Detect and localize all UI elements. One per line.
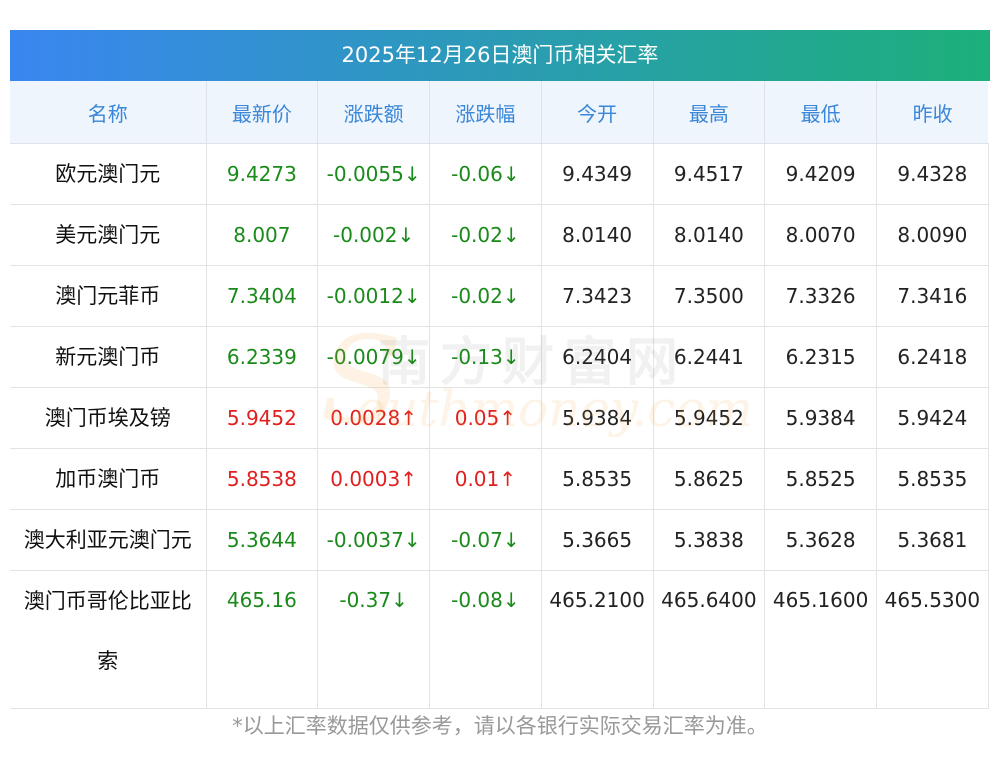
header-prev-close: 昨收 (876, 81, 989, 144)
change-amount: -0.002↓ (317, 204, 430, 266)
currency-pair-name: 美元澳门元 (10, 204, 207, 266)
latest-price: 8.007 (206, 204, 319, 266)
table-row: 澳门币埃及镑 5.9452 0.0028↑ 0.05↑ 5.9384 5.945… (10, 387, 989, 449)
high-price: 9.4517 (653, 143, 766, 205)
high-price: 5.3838 (653, 509, 766, 571)
open-price: 5.3665 (541, 509, 654, 571)
header-latest: 最新价 (206, 81, 319, 144)
open-price: 9.4349 (541, 143, 654, 205)
prev-close-price: 8.0090 (876, 204, 989, 266)
prev-close-price: 7.3416 (876, 265, 989, 327)
currency-pair-name: 澳门币哥伦比亚比索 (10, 570, 207, 709)
high-price: 6.2441 (653, 326, 766, 388)
table-row: 澳门元菲币 7.3404 -0.0012↓ -0.02↓ 7.3423 7.35… (10, 265, 989, 327)
currency-pair-name: 澳大利亚元澳门元 (10, 509, 207, 571)
latest-price: 9.4273 (206, 143, 319, 205)
header-change-pct: 涨跌幅 (429, 81, 542, 144)
table-row: 欧元澳门元 9.4273 -0.0055↓ -0.06↓ 9.4349 9.45… (10, 143, 989, 205)
header-name: 名称 (10, 81, 207, 144)
low-price: 5.8525 (764, 448, 877, 510)
prev-close-price: 6.2418 (876, 326, 989, 388)
high-price: 5.9452 (653, 387, 766, 449)
change-amount: 0.0003↑ (317, 448, 430, 510)
currency-pair-name: 澳门币埃及镑 (10, 387, 207, 449)
rate-table: 名称 最新价 涨跌额 涨跌幅 今开 最高 最低 昨收 欧元澳门元 9.4273 … (10, 81, 989, 709)
low-price: 6.2315 (764, 326, 877, 388)
header-change: 涨跌额 (317, 81, 430, 144)
latest-price: 5.9452 (206, 387, 319, 449)
open-price: 7.3423 (541, 265, 654, 327)
latest-price: 5.3644 (206, 509, 319, 571)
prev-close-price: 5.9424 (876, 387, 989, 449)
low-price: 5.3628 (764, 509, 877, 571)
high-price: 465.6400 (653, 570, 766, 709)
change-percent: 0.01↑ (429, 448, 542, 510)
low-price: 8.0070 (764, 204, 877, 266)
open-price: 5.9384 (541, 387, 654, 449)
currency-pair-name: 澳门元菲币 (10, 265, 207, 327)
open-price: 465.2100 (541, 570, 654, 709)
latest-price: 5.8538 (206, 448, 319, 510)
open-price: 8.0140 (541, 204, 654, 266)
change-amount: -0.0079↓ (317, 326, 430, 388)
latest-price: 6.2339 (206, 326, 319, 388)
change-amount: -0.37↓ (317, 570, 430, 709)
currency-pair-name-line2: 索 (97, 649, 119, 673)
low-price: 465.1600 (764, 570, 877, 709)
table-row: 加币澳门币 5.8538 0.0003↑ 0.01↑ 5.8535 5.8625… (10, 448, 989, 510)
currency-pair-name: 欧元澳门元 (10, 143, 207, 205)
change-percent: -0.02↓ (429, 265, 542, 327)
prev-close-price: 465.5300 (876, 570, 989, 709)
header-low: 最低 (764, 81, 877, 144)
change-amount: 0.0028↑ (317, 387, 430, 449)
change-amount: -0.0012↓ (317, 265, 430, 327)
table-row: 新元澳门币 6.2339 -0.0079↓ -0.13↓ 6.2404 6.24… (10, 326, 989, 388)
change-percent: -0.13↓ (429, 326, 542, 388)
currency-pair-name: 新元澳门币 (10, 326, 207, 388)
table-row: 美元澳门元 8.007 -0.002↓ -0.02↓ 8.0140 8.0140… (10, 204, 989, 266)
change-percent: -0.07↓ (429, 509, 542, 571)
table-title: 2025年12月26日澳门币相关汇率 (10, 30, 990, 81)
currency-pair-name: 加币澳门币 (10, 448, 207, 510)
change-percent: -0.06↓ (429, 143, 542, 205)
change-percent: -0.02↓ (429, 204, 542, 266)
disclaimer-footnote: *以上汇率数据仅供参考，请以各银行实际交易汇率为准。 (232, 714, 768, 738)
open-price: 5.8535 (541, 448, 654, 510)
table-row: 澳门币哥伦比亚比索 465.16 -0.37↓ -0.08↓ 465.2100 … (10, 570, 989, 709)
prev-close-price: 9.4328 (876, 143, 989, 205)
table-row: 澳大利亚元澳门元 5.3644 -0.0037↓ -0.07↓ 5.3665 5… (10, 509, 989, 571)
change-percent: 0.05↑ (429, 387, 542, 449)
latest-price: 465.16 (206, 570, 319, 709)
open-price: 6.2404 (541, 326, 654, 388)
change-amount: -0.0037↓ (317, 509, 430, 571)
latest-price: 7.3404 (206, 265, 319, 327)
prev-close-price: 5.8535 (876, 448, 989, 510)
currency-pair-name-line1: 澳门币哥伦比亚比 (23, 589, 192, 613)
change-percent: -0.08↓ (429, 570, 542, 709)
low-price: 7.3326 (764, 265, 877, 327)
header-high: 最高 (653, 81, 766, 144)
change-amount: -0.0055↓ (317, 143, 430, 205)
prev-close-price: 5.3681 (876, 509, 989, 571)
high-price: 8.0140 (653, 204, 766, 266)
rate-table-container: 2025年12月26日澳门币相关汇率 名称 最新价 涨跌额 涨跌幅 今开 最高 … (10, 30, 990, 709)
low-price: 5.9384 (764, 387, 877, 449)
low-price: 9.4209 (764, 143, 877, 205)
header-open: 今开 (541, 81, 654, 144)
header-row: 名称 最新价 涨跌额 涨跌幅 今开 最高 最低 昨收 (10, 81, 989, 144)
high-price: 7.3500 (653, 265, 766, 327)
high-price: 5.8625 (653, 448, 766, 510)
